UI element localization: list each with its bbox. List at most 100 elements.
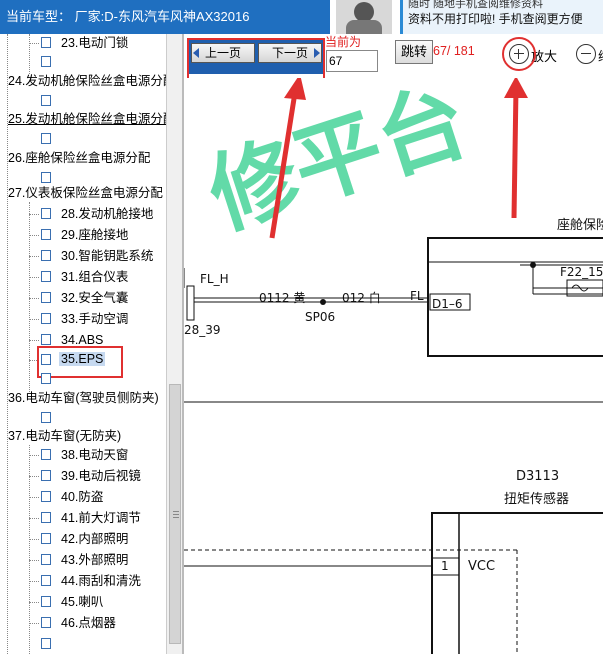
jump-button[interactable]: 跳转	[395, 40, 433, 64]
sidebar-item-26[interactable]: 26.座舱保险丝盒电源分配	[8, 149, 150, 167]
document-icon	[41, 172, 51, 183]
promo-banner[interactable]: 随时 随地手机查阅维修资料 资料不用打印啦! 手机查阅更方便	[330, 0, 603, 34]
sidebar-item-30[interactable]: 30.智能钥匙系统	[61, 247, 153, 265]
tree-connector	[29, 518, 39, 519]
document-icon	[41, 208, 51, 219]
document-icon	[41, 313, 51, 324]
wiring-diagram	[184, 78, 603, 654]
tree-connector	[29, 602, 39, 603]
document-viewer[interactable]: 修平台 座舱保险丝盒	[184, 78, 603, 654]
annotation-highlight-nav	[187, 38, 325, 82]
document-icon	[41, 575, 51, 586]
document-icon	[41, 133, 51, 144]
tree-connector	[29, 455, 39, 456]
current-page-label: 当前为	[325, 35, 362, 49]
sidebar-item-42[interactable]: 42.内部照明	[61, 530, 128, 548]
sidebar-item-27[interactable]: 27.仪表板保险丝盒电源分配	[8, 184, 163, 202]
window-title: 当前车型： 厂家:D-东风汽车风神AX32016	[0, 0, 330, 34]
document-icon	[41, 271, 51, 282]
document-icon	[41, 512, 51, 523]
document-icon	[41, 292, 51, 303]
document-icon	[41, 596, 51, 607]
sidebar-item-25[interactable]: 25.发动机舱保险丝盒电源分配	[8, 110, 166, 128]
connector-label-d1-6: D1–6	[432, 297, 463, 311]
tree-connector	[29, 476, 39, 477]
wire-label-012: 012 白	[342, 291, 381, 305]
sidebar-item-44[interactable]: 44.雨刮和清洗	[61, 572, 141, 590]
grip-line	[173, 511, 179, 512]
tree-connector	[29, 298, 39, 299]
document-icon	[41, 617, 51, 628]
sidebar-item-28[interactable]: 28.发动机舱接地	[61, 205, 153, 223]
document-icon	[41, 334, 51, 345]
tree-connector	[29, 581, 39, 582]
grip-line	[173, 517, 179, 518]
sidebar-scrollbar[interactable]	[166, 34, 182, 654]
tree-connector	[29, 43, 39, 44]
sidebar-item-36[interactable]: 36.电动车窗(驾驶员侧防夹)	[8, 389, 159, 407]
grip-line	[173, 514, 179, 515]
tree-connector	[29, 277, 39, 278]
wire-label-0112: 0112 黄	[259, 291, 306, 305]
tree-connector	[29, 497, 39, 498]
document-icon	[41, 56, 51, 67]
sidebar-item-43[interactable]: 43.外部照明	[61, 551, 128, 569]
document-icon	[41, 37, 51, 48]
sidebar-item-33[interactable]: 33.手动空调	[61, 310, 128, 328]
document-icon	[41, 554, 51, 565]
sidebar-item-40[interactable]: 40.防盗	[61, 488, 103, 506]
fuse-box-title: 座舱保险丝盒	[557, 218, 603, 233]
sensor-name: 扭矩传感器	[504, 492, 570, 507]
sidebar-item-29[interactable]: 29.座舱接地	[61, 226, 128, 244]
annotation-circle-zoom	[502, 37, 536, 71]
pin-number-1: 1	[441, 559, 449, 573]
zoom-out-icon[interactable]	[576, 44, 596, 64]
document-icon	[41, 373, 51, 384]
person-icon	[336, 0, 392, 34]
sidebar-item-41[interactable]: 41.前大灯调节	[61, 509, 141, 527]
tree-connector	[29, 256, 39, 257]
document-icon	[41, 449, 51, 460]
tree-guide-line	[29, 34, 30, 74]
document-icon	[41, 533, 51, 544]
tree-connector	[29, 560, 39, 561]
tree-connector	[29, 623, 39, 624]
document-icon	[41, 638, 51, 649]
sidebar-item-23[interactable]: 23.电动门锁	[61, 34, 128, 52]
tree-connector	[29, 539, 39, 540]
tree-connector	[29, 319, 39, 320]
tree-connector	[29, 214, 39, 215]
sidebar-item-32[interactable]: 32.安全气囊	[61, 289, 128, 307]
tree-guide-line	[29, 202, 30, 392]
document-icon	[41, 470, 51, 481]
page-number-input[interactable]	[326, 50, 378, 72]
document-icon	[41, 412, 51, 423]
annotation-arrows	[269, 78, 528, 239]
fuse-label-f22: F22_15A	[560, 265, 603, 279]
sidebar-item-31[interactable]: 31.组合仪表	[61, 268, 128, 286]
sidebar-item-45[interactable]: 45.喇叭	[61, 593, 103, 611]
zoom-out-label[interactable]: 缩小	[598, 46, 603, 65]
wire-label-fl-h: FL_H	[200, 272, 229, 286]
document-icon	[41, 250, 51, 261]
wire-label-fl: FL	[410, 289, 424, 303]
banner-line-2: 资料不用打印啦! 手机查阅更方便	[408, 12, 583, 26]
sidebar-item-38[interactable]: 38.电动天窗	[61, 446, 128, 464]
pin-label-vcc: VCC	[468, 559, 496, 574]
document-icon	[41, 95, 51, 106]
tree-connector	[29, 235, 39, 236]
sidebar-item-39[interactable]: 39.电动后视镜	[61, 467, 141, 485]
sensor-code: D3113	[516, 469, 560, 484]
scrollbar-thumb[interactable]	[169, 384, 181, 644]
pin-label-28-39: 28_39	[184, 323, 221, 337]
sidebar-item-37[interactable]: 37.电动车窗(无防夹)	[8, 427, 121, 445]
sidebar-tree[interactable]: 23.电动门锁 24.发动机舱保险丝盒电源分配 25.发动机舱保险丝盒电源分配 …	[0, 34, 166, 654]
splice-label: SP06	[305, 310, 336, 324]
sidebar-item-46[interactable]: 46.点烟器	[61, 614, 116, 632]
sidebar-item-24[interactable]: 24.发动机舱保险丝盒电源分配	[8, 72, 166, 90]
page-count: 67/ 181	[433, 44, 475, 58]
tree-connector	[29, 340, 39, 341]
viewer-toolbar: 上一页 下一页 当前为 跳转 67/ 181 放大 缩小	[184, 34, 603, 82]
document-icon	[41, 229, 51, 240]
document-icon	[41, 491, 51, 502]
